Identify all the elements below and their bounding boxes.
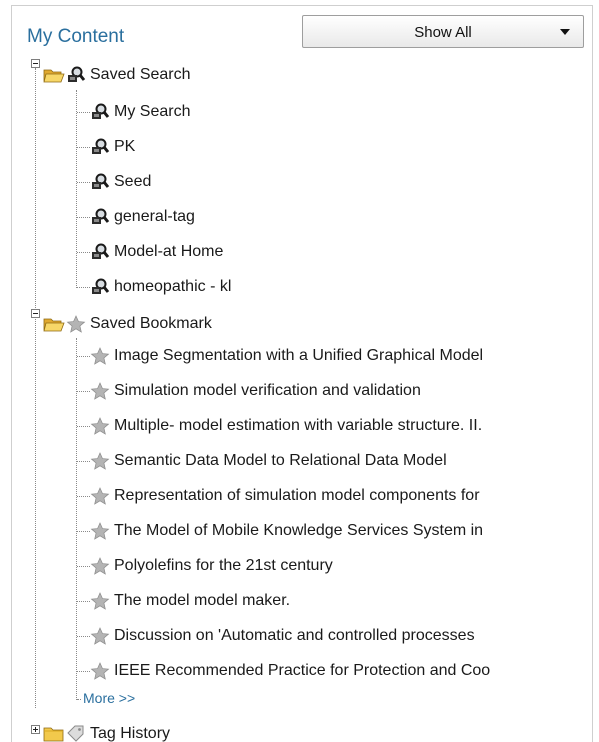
tree-branch [77, 182, 90, 183]
bookmark-item-label: The model model maker. [114, 592, 291, 609]
bookmark-item[interactable]: Image Segmentation with a Unified Graphi… [90, 344, 483, 368]
saved-search-icon [92, 138, 110, 154]
star-icon [90, 662, 110, 680]
tree-branch [77, 112, 90, 113]
saved-search-item[interactable]: My Search [90, 100, 190, 124]
saved-search-item-label: general-tag [114, 208, 195, 225]
saved-search-item-label: Model-at Home [114, 243, 224, 260]
open-folder-icon [43, 316, 65, 332]
saved-bookmark-folder-node[interactable]: Saved Bookmark [43, 312, 212, 336]
tree-branch [77, 287, 90, 288]
bookmark-item-label: The Model of Mobile Knowledge Services S… [114, 522, 484, 539]
saved-bookmark-collapse-toggle[interactable] [31, 309, 40, 318]
star-icon [66, 315, 86, 333]
saved-search-icon [92, 243, 110, 259]
my-content-panel: My Content Show All Saved Search My Sear… [11, 5, 593, 742]
bookmark-item-label: Simulation model verification and valida… [114, 382, 421, 399]
open-folder-icon [43, 67, 65, 83]
star-icon [90, 627, 110, 645]
saved-search-item[interactable]: Model-at Home [90, 240, 223, 264]
saved-search-item-label: PK [114, 138, 136, 155]
bookmark-item[interactable]: IEEE Recommended Practice for Protection… [90, 659, 490, 683]
saved-bookmark-label: Saved Bookmark [90, 315, 212, 332]
star-icon [90, 452, 110, 470]
saved-search-icon [92, 173, 110, 189]
tree-branch [77, 426, 90, 427]
bookmark-item[interactable]: The Model of Mobile Knowledge Services S… [90, 519, 483, 543]
content-tree: Saved Search My Search PK Seed general-t… [12, 6, 579, 742]
saved-search-icon [92, 278, 110, 294]
bookmark-item[interactable]: Discussion on 'Automatic and controlled … [90, 624, 475, 648]
more-bookmarks-link[interactable]: More >> [83, 690, 135, 706]
saved-search-icon [92, 208, 110, 224]
tag-history-folder-node[interactable]: Tag History [43, 722, 170, 742]
bookmark-item-label: Image Segmentation with a Unified Graphi… [114, 347, 484, 364]
tree-branch [77, 391, 90, 392]
tag-history-expand-toggle[interactable] [31, 725, 40, 734]
tree-branch [77, 601, 90, 602]
tag-icon [67, 725, 84, 742]
saved-search-folder-node[interactable]: Saved Search [43, 63, 191, 87]
bookmark-item-label: IEEE Recommended Practice for Protection… [114, 662, 491, 679]
saved-search-item[interactable]: Seed [90, 170, 151, 194]
bookmark-item-label: Multiple- model estimation with variable… [114, 417, 483, 434]
saved-search-icon [92, 103, 110, 119]
tree-viewport[interactable]: Saved Search My Search PK Seed general-t… [12, 6, 579, 742]
saved-search-collapse-toggle[interactable] [31, 59, 40, 68]
star-icon [90, 347, 110, 365]
saved-search-item[interactable]: homeopathic - kl [90, 275, 231, 299]
bookmark-item-label: Polyolefins for the 21st century [114, 557, 333, 574]
tree-branch [77, 496, 90, 497]
tree-branch [77, 217, 90, 218]
saved-search-item-label: homeopathic - kl [114, 278, 232, 295]
tree-branch [77, 566, 90, 567]
star-icon [90, 522, 110, 540]
tree-branch [77, 636, 90, 637]
bookmark-item-label: Representation of simulation model compo… [114, 487, 480, 504]
bookmark-item-label: Discussion on 'Automatic and controlled … [114, 627, 475, 644]
saved-search-item[interactable]: general-tag [90, 205, 195, 229]
bookmark-item-label: Semantic Data Model to Relational Data M… [114, 452, 447, 469]
star-icon [90, 487, 110, 505]
star-icon [90, 382, 110, 400]
saved-search-item-label: My Search [114, 103, 191, 120]
bookmark-item[interactable]: Multiple- model estimation with variable… [90, 414, 482, 438]
saved-search-item-label: Seed [114, 173, 152, 190]
tree-branch [77, 699, 81, 700]
tree-connector-saved-bookmark [76, 338, 77, 700]
tag-history-label: Tag History [90, 725, 171, 742]
tree-branch [77, 461, 90, 462]
bookmark-item[interactable]: Polyolefins for the 21st century [90, 554, 333, 578]
star-icon [90, 417, 110, 435]
bookmark-item[interactable]: Simulation model verification and valida… [90, 379, 421, 403]
saved-search-label: Saved Search [90, 66, 191, 83]
tree-branch [77, 356, 90, 357]
bookmark-item[interactable]: Representation of simulation model compo… [90, 484, 480, 508]
tree-branch [77, 147, 90, 148]
closed-folder-icon [43, 726, 65, 742]
bookmark-item[interactable]: Semantic Data Model to Relational Data M… [90, 449, 447, 473]
tree-connector-root [35, 68, 36, 708]
saved-search-item[interactable]: PK [90, 135, 135, 159]
star-icon [90, 557, 110, 575]
tree-branch [77, 252, 90, 253]
tree-connector-saved-search [76, 90, 77, 288]
star-icon [90, 592, 110, 610]
tree-branch [77, 671, 90, 672]
bookmark-item[interactable]: The model model maker. [90, 589, 290, 613]
tree-branch [77, 531, 90, 532]
saved-search-icon [68, 66, 86, 82]
